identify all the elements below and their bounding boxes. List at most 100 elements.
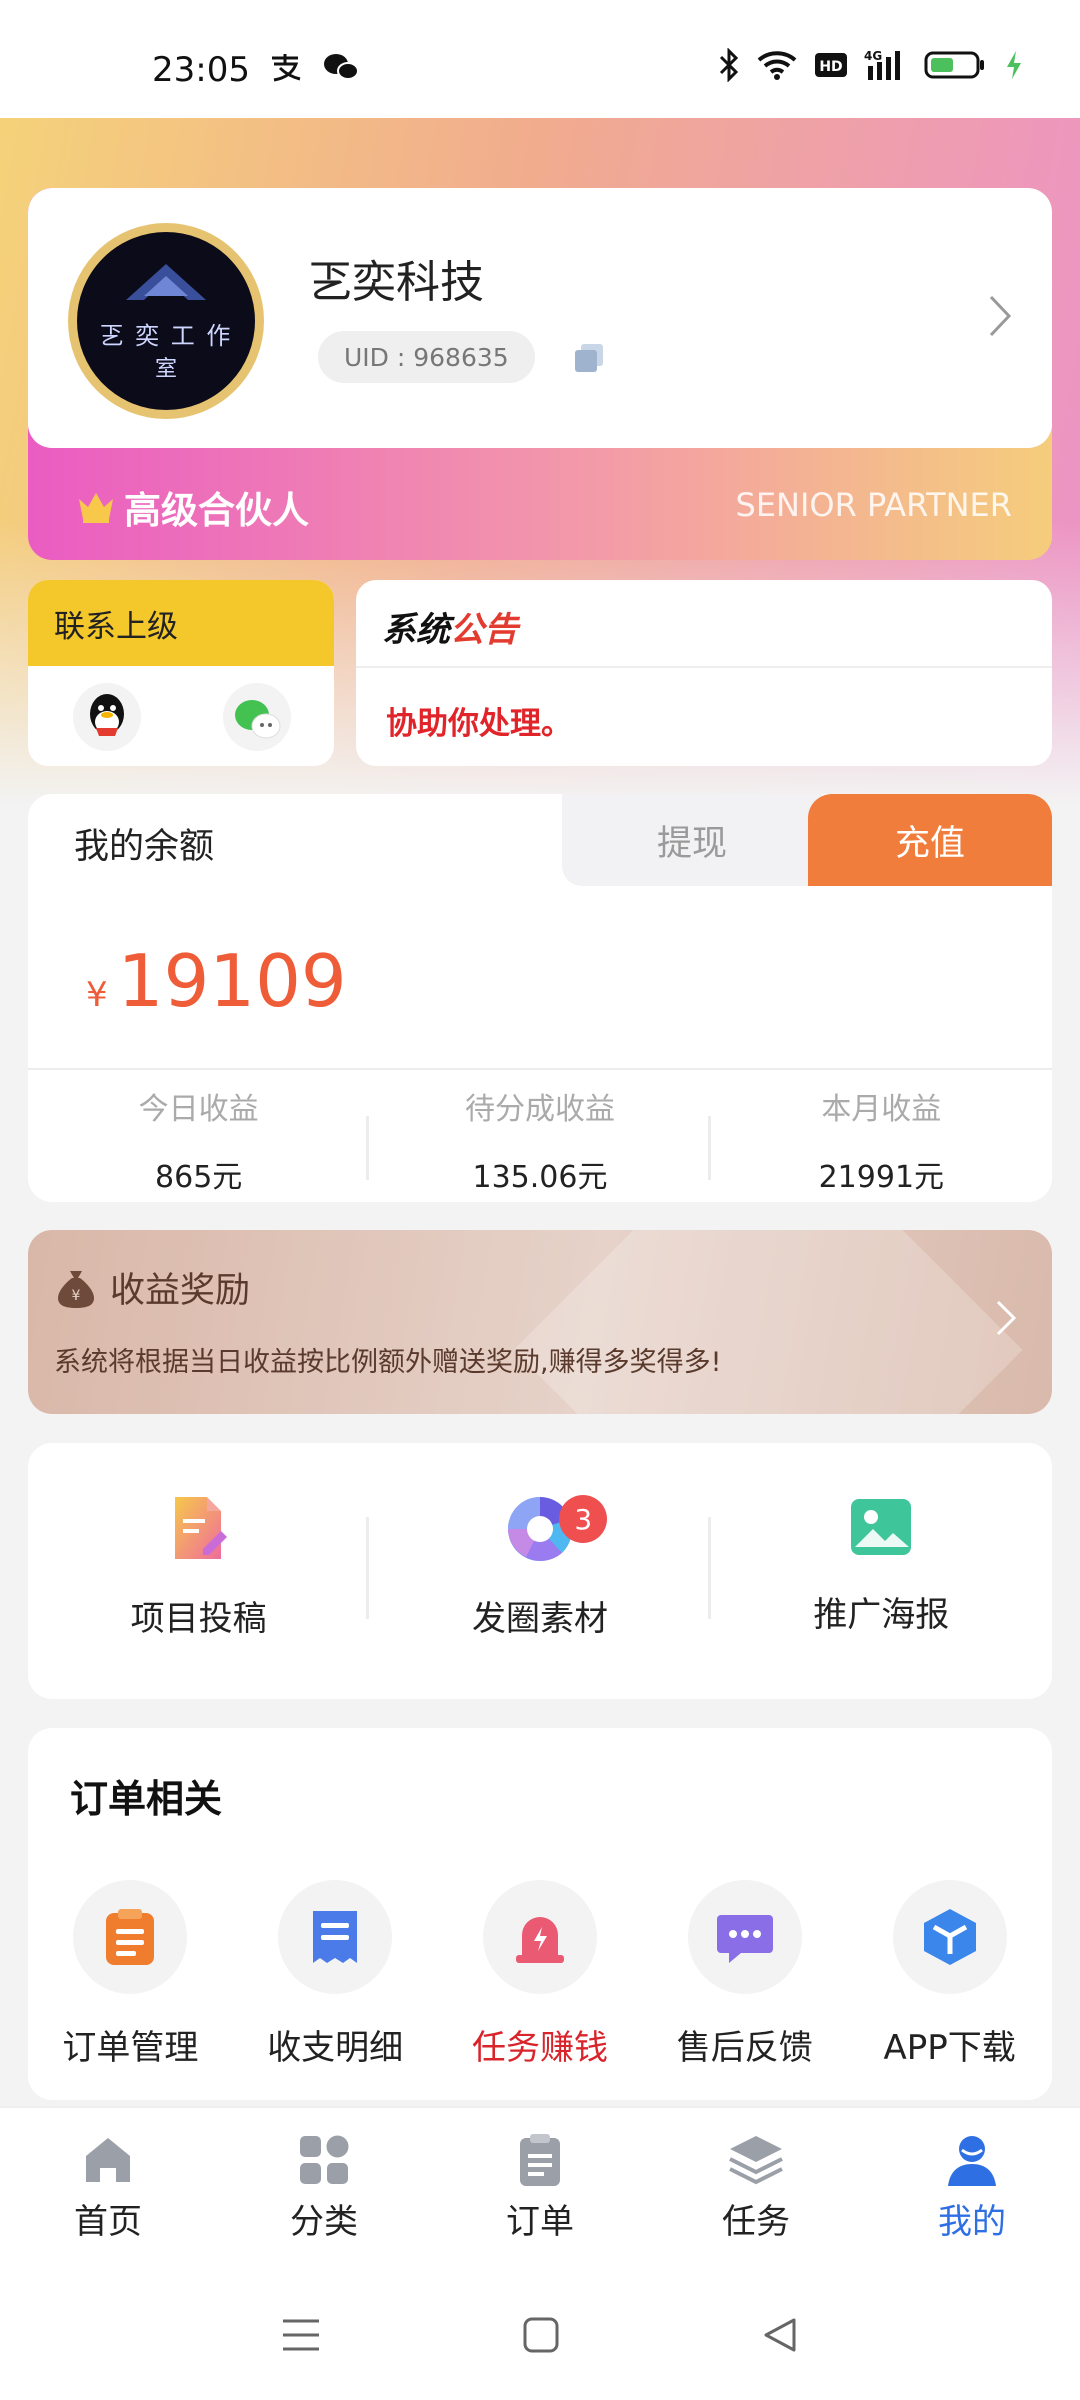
orders-title: 订单相关 (70, 1777, 223, 1821)
stat-value: 865元 (155, 1160, 243, 1195)
reward-header: ¥ 收益奖励 (56, 1262, 250, 1313)
avatar[interactable]: 乤 奕 工 作 室 (68, 223, 264, 419)
balance-title: 我的余额 (74, 827, 215, 867)
notice-title-part1: 系统 (382, 610, 450, 650)
order-icon-circle (482, 1880, 597, 1994)
layers-icon (729, 2136, 783, 2185)
partner-level-en: SENIOR PARTNER (735, 486, 1012, 524)
tab-orders[interactable]: 订单 (432, 2108, 648, 2270)
chevron-right-icon[interactable] (986, 293, 1014, 339)
reward-description: 系统将根据当日收益按比例额外赠送奖励,赚得多奖得多! (54, 1347, 722, 1378)
status-time: 23:05 (152, 50, 250, 90)
signal-icon: 4G (864, 49, 900, 80)
charging-icon (1007, 51, 1021, 79)
profile-name: 乤奕科技 (308, 257, 484, 308)
profile-info: 乤 奕 工 作 室 乤奕科技 UID : 968635 (28, 188, 1052, 448)
recharge-button[interactable]: 充值 (808, 794, 1052, 886)
tab-label: 我的 (938, 2202, 1006, 2242)
order-label: 任务赚钱 (471, 2028, 608, 2068)
order-icon-circle (687, 1880, 802, 1994)
after-sales-feedback[interactable]: 售后反馈 (642, 1880, 847, 2069)
stat-label: 本月收益 (821, 1092, 942, 1127)
income-expense-details[interactable]: 收支明细 (233, 1880, 438, 2069)
system-navigation-bar (0, 2270, 1080, 2400)
bluetooth-icon (719, 48, 739, 82)
tab-category[interactable]: 分类 (216, 2108, 432, 2270)
stat-value: 135.06元 (472, 1160, 608, 1195)
balance-amount: ¥ 19109 (86, 939, 347, 1023)
stat-pending: 待分成收益 135.06元 (369, 1084, 711, 1196)
earnings-reward-card[interactable]: ¥ 收益奖励 系统将根据当日收益按比例额外赠送奖励,赚得多奖得多! (28, 1230, 1052, 1414)
order-icon-circle (892, 1880, 1007, 1994)
tab-label: 分类 (290, 2202, 358, 2242)
home-square-icon[interactable] (522, 2316, 560, 2354)
task-earn-money[interactable]: 任务赚钱 (438, 1880, 643, 2069)
tool-project-submission[interactable]: 项目投稿 (28, 1443, 370, 1699)
tool-label: 发圈素材 (471, 1599, 608, 1639)
partner-level: 高级合伙人 (76, 480, 309, 534)
contact-superior-title: 联系上级 (28, 580, 334, 666)
tab-tasks[interactable]: 任务 (648, 2108, 864, 2270)
reward-title: 收益奖励 (110, 1271, 251, 1311)
notice-divider (356, 666, 1052, 668)
order-icon-circle (278, 1880, 393, 1994)
grid-icon (300, 2135, 349, 2184)
order-label: 订单管理 (62, 2028, 199, 2068)
tools-card: 项目投稿 3 发圈素材 推广海报 (28, 1443, 1052, 1699)
status-system-icons: HD 4G (718, 48, 1024, 82)
tab-home[interactable]: 首页 (0, 2108, 216, 2270)
order-label: APP下载 (883, 2028, 1016, 2068)
partner-level-label: 高级合伙人 (124, 489, 309, 532)
chevron-right-icon[interactable] (994, 1298, 1018, 1338)
stat-today: 今日收益 865元 (28, 1084, 370, 1196)
stat-value: 21991元 (818, 1160, 945, 1195)
order-icon-circle (73, 1880, 188, 1994)
copy-icon[interactable] (572, 341, 606, 375)
stat-label: 待分成收益 (464, 1092, 615, 1127)
notice-text: 协助你处理。 (386, 706, 572, 742)
balance-divider (28, 1068, 1052, 1070)
wechat-icon (324, 54, 359, 80)
alarm-icon (515, 1917, 564, 1963)
cube-icon (923, 1909, 976, 1965)
image-icon (851, 1499, 912, 1555)
order-management[interactable]: 订单管理 (28, 1880, 233, 2069)
notification-badge: 3 (559, 1495, 608, 1543)
tool-moments-material[interactable]: 3 发圈素材 (369, 1443, 711, 1699)
svg-text:4G: 4G (864, 49, 882, 63)
bottom-tab-bar: 首页 分类 订单 任务 我的 (0, 2106, 1080, 2270)
chat-icon (716, 1915, 773, 1963)
orders-row: 订单管理 收支明细 任务赚钱 售后反馈 APP下载 (28, 1880, 1052, 2069)
menu-icon[interactable] (281, 2317, 321, 2353)
reward-decoration (513, 1230, 1023, 1414)
user-icon (948, 2136, 996, 2186)
document-edit-icon (174, 1497, 227, 1559)
system-notice-card[interactable]: 系统公告 协助你处理。 (356, 580, 1052, 766)
status-notifications (268, 52, 360, 82)
balance-value: 19109 (117, 939, 347, 1023)
tool-label: 推广海报 (813, 1595, 950, 1635)
clipboard-icon (520, 2134, 560, 2186)
earnings-stats: 今日收益 865元 待分成收益 135.06元 本月收益 21991元 (28, 1084, 1052, 1196)
contact-superior-card: 联系上级 (28, 580, 334, 766)
tab-label: 首页 (74, 2202, 142, 2242)
svg-text:¥: ¥ (72, 1288, 81, 1304)
alipay-icon (272, 54, 301, 82)
wechat-contact-icon[interactable] (222, 682, 292, 752)
withdraw-button[interactable]: 提现 (562, 794, 822, 886)
notice-title: 系统公告 (382, 602, 518, 651)
money-bag-icon: ¥ (58, 1270, 94, 1308)
stat-label: 今日收益 (138, 1092, 259, 1127)
logo-icon (126, 263, 206, 300)
currency-symbol: ¥ (86, 975, 108, 1015)
stat-month: 本月收益 21991元 (711, 1084, 1052, 1196)
tool-promo-poster[interactable]: 推广海报 (711, 1443, 1052, 1699)
profile-card[interactable]: 乤 奕 工 作 室 乤奕科技 UID : 968635 高级合伙人 SENIOR… (28, 188, 1052, 560)
hd-icon: HD (815, 53, 847, 77)
tab-mine[interactable]: 我的 (864, 2108, 1080, 2270)
back-icon[interactable] (761, 2316, 799, 2354)
tool-label: 项目投稿 (130, 1599, 267, 1639)
app-download[interactable]: APP下载 (847, 1880, 1052, 2069)
notice-title-part2: 公告 (450, 610, 518, 650)
qq-icon[interactable] (72, 682, 142, 752)
